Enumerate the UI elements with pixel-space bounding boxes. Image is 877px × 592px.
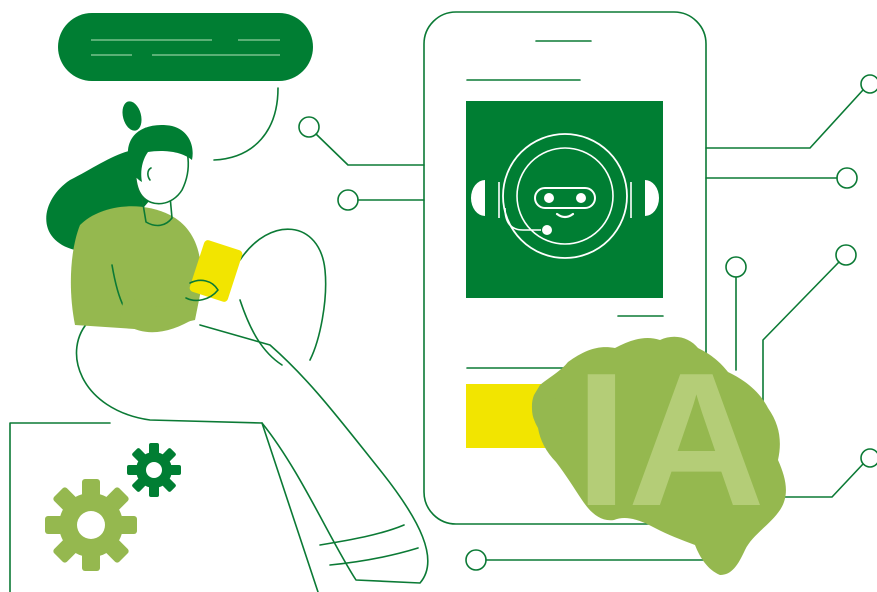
bench	[9, 422, 319, 592]
robot-screen	[466, 101, 663, 298]
gear-icon	[45, 443, 181, 571]
map-icon: IA	[531, 334, 786, 575]
ai-chatbot-illustration: IA	[9, 11, 877, 592]
map-badge-label: IA	[575, 334, 765, 546]
hair-bun	[122, 101, 142, 131]
circuit-lines-left	[298, 116, 425, 211]
